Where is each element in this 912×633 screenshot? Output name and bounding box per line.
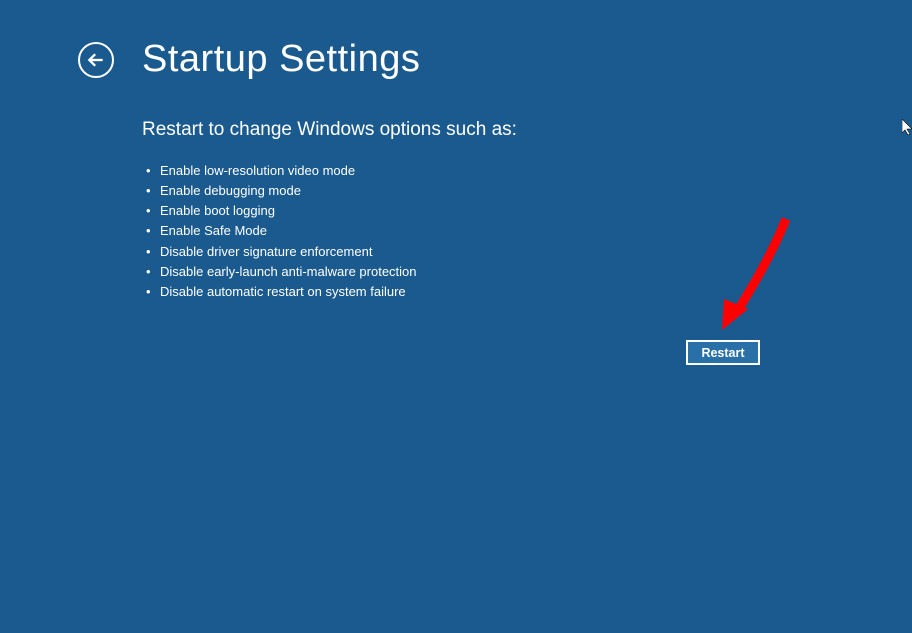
list-item: Enable boot logging bbox=[160, 201, 912, 221]
cursor-icon bbox=[902, 119, 912, 135]
content: Restart to change Windows options such a… bbox=[0, 81, 912, 302]
list-item: Enable Safe Mode bbox=[160, 221, 912, 241]
back-button[interactable] bbox=[78, 42, 114, 78]
arrow-left-icon bbox=[86, 50, 106, 70]
list-item: Disable driver signature enforcement bbox=[160, 242, 912, 262]
list-item: Disable automatic restart on system fail… bbox=[160, 282, 912, 302]
list-item: Enable debugging mode bbox=[160, 181, 912, 201]
header: Startup Settings bbox=[0, 0, 912, 81]
subtitle: Restart to change Windows options such a… bbox=[142, 119, 912, 141]
list-item: Disable early-launch anti-malware protec… bbox=[160, 262, 912, 282]
list-item: Enable low-resolution video mode bbox=[160, 161, 912, 181]
restart-button[interactable]: Restart bbox=[686, 340, 760, 365]
options-list: Enable low-resolution video mode Enable … bbox=[142, 161, 912, 302]
page-title: Startup Settings bbox=[142, 38, 420, 81]
